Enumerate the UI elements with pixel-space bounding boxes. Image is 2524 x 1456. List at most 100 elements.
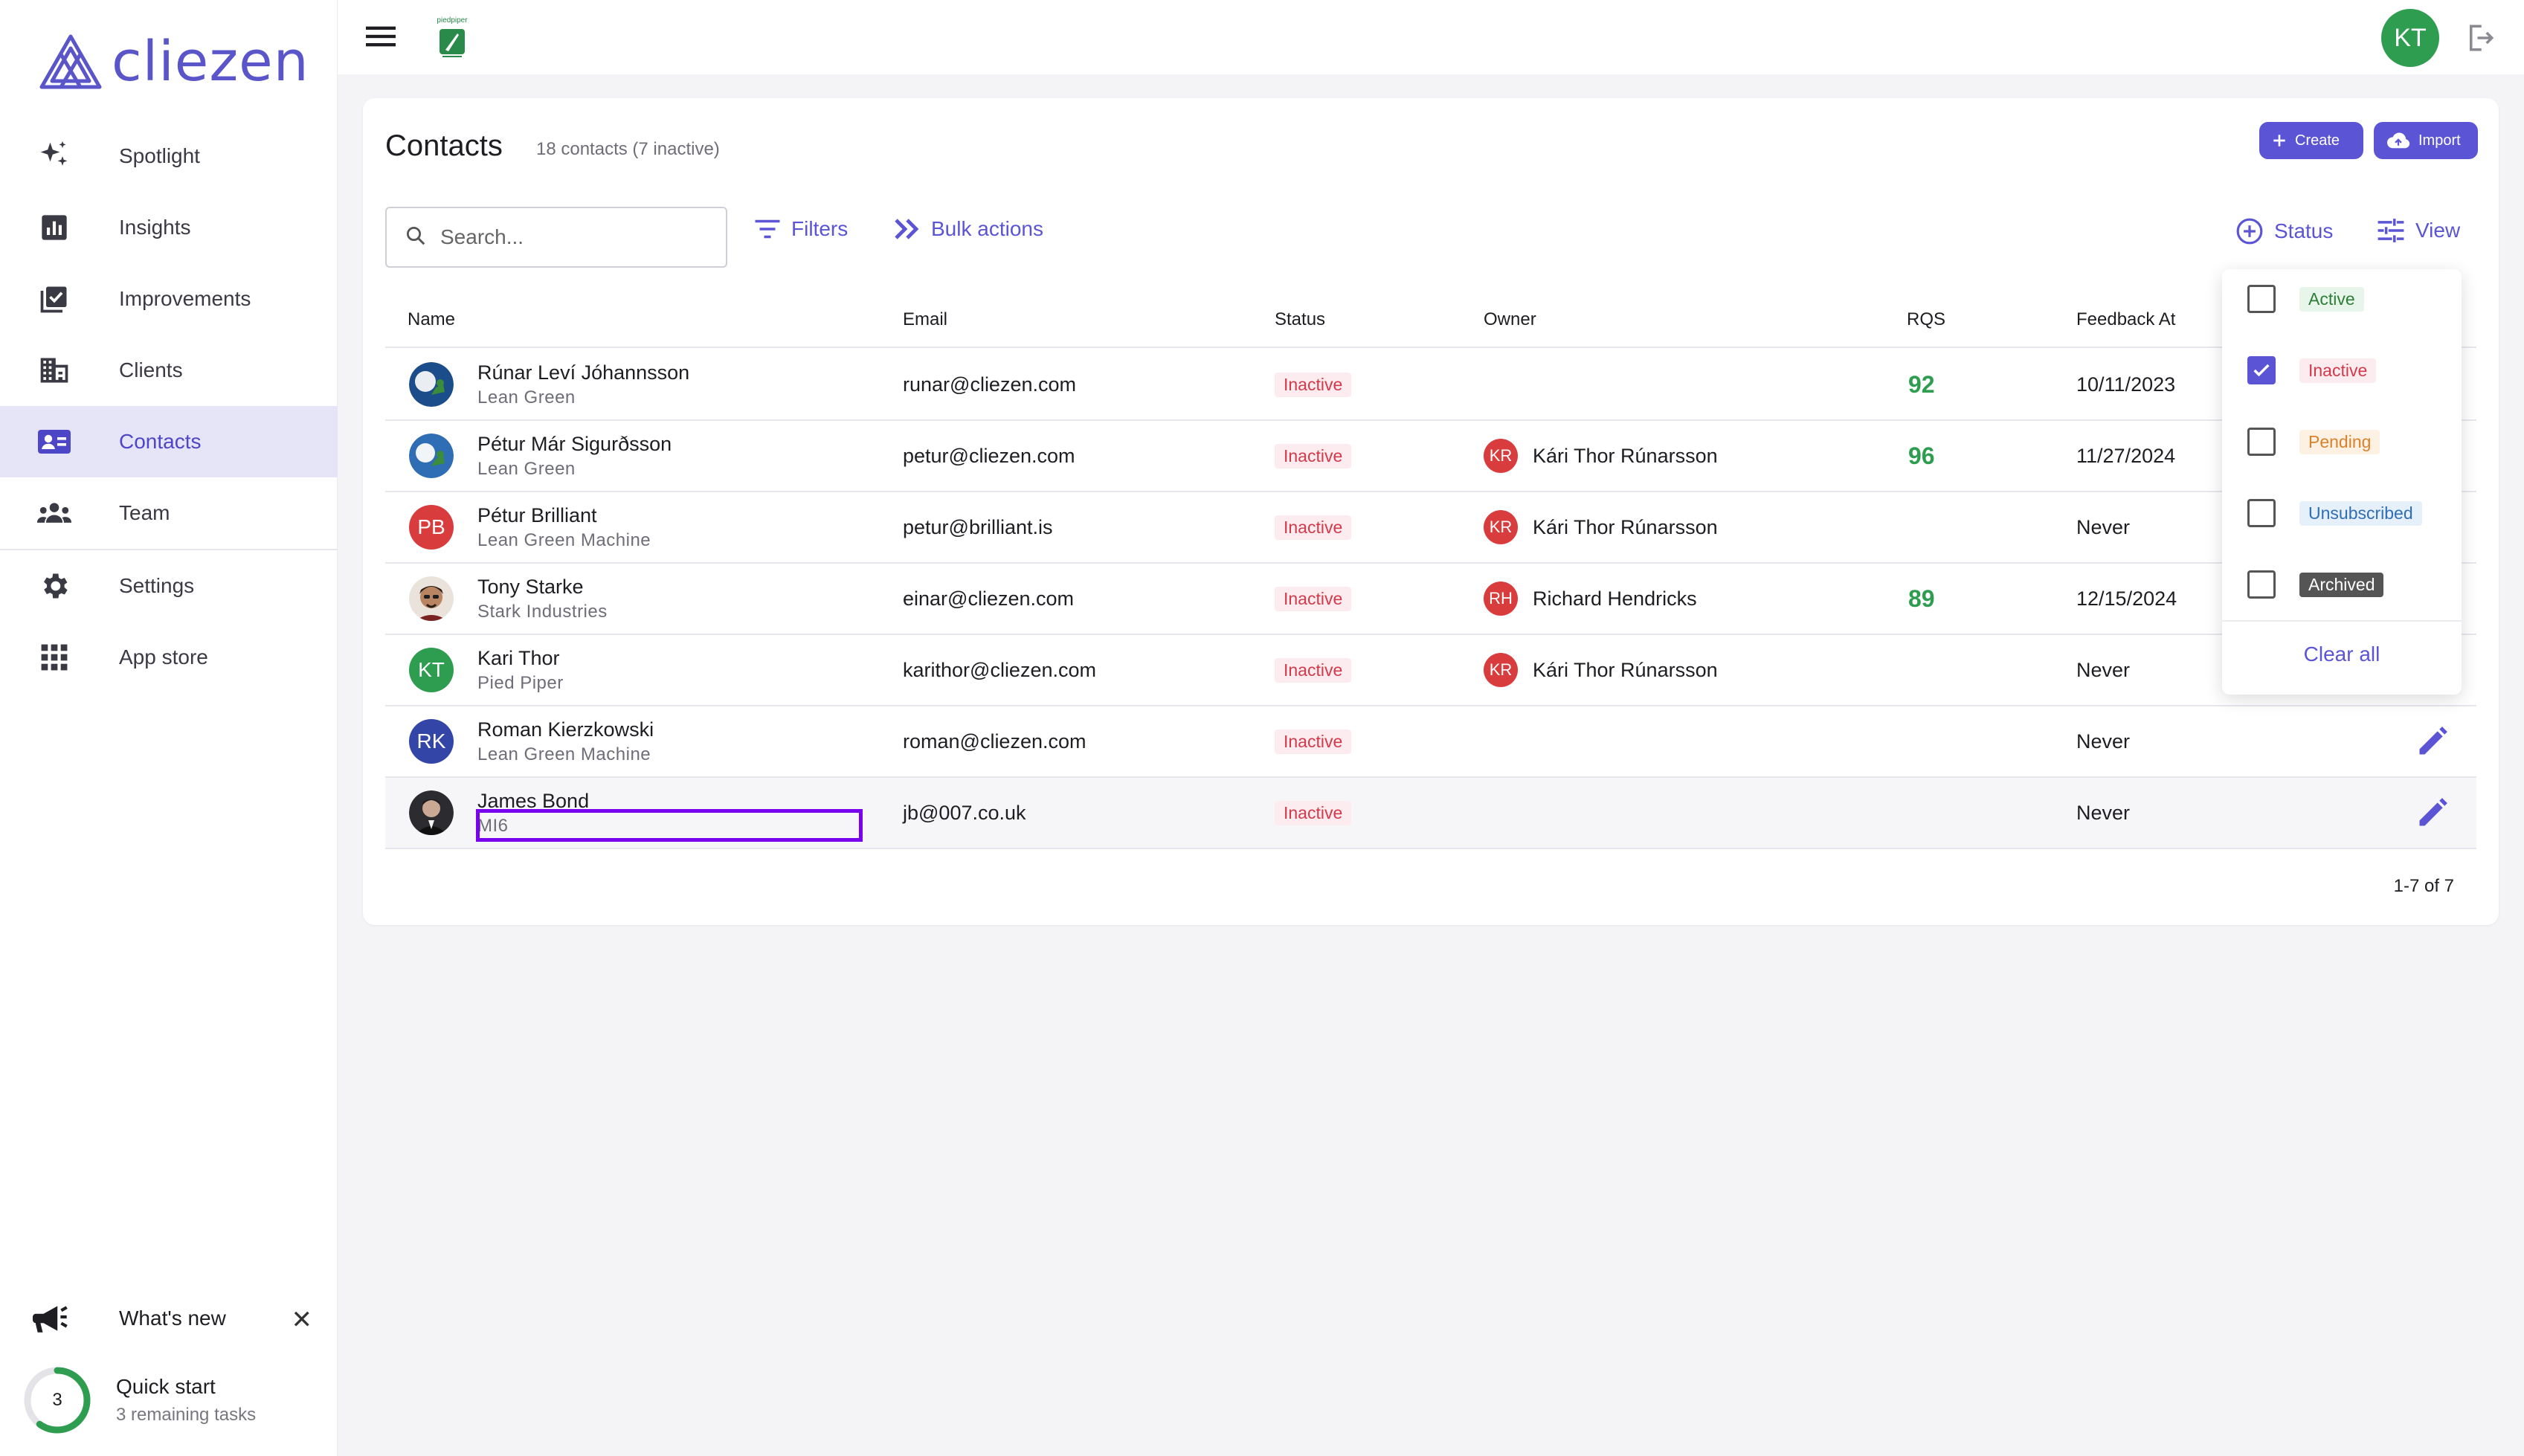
status-option-unsubscribed[interactable]: Unsubscribed bbox=[2247, 495, 2422, 531]
column-header-status[interactable]: Status bbox=[1275, 309, 1325, 330]
menu-icon[interactable] bbox=[366, 24, 396, 53]
view-button[interactable]: View bbox=[2377, 217, 2460, 244]
popover-divider bbox=[2222, 620, 2462, 622]
status-filter-button[interactable]: Status bbox=[2235, 217, 2333, 245]
sidebar-item-contacts[interactable]: Contacts bbox=[0, 406, 338, 477]
contact-email: runar@cliezen.com bbox=[903, 373, 1076, 396]
workspace-logo[interactable]: piedpiper bbox=[430, 16, 474, 64]
checkbox[interactable] bbox=[2247, 499, 2276, 527]
double-chevron-right-icon bbox=[894, 218, 921, 240]
contact-company: Pied Piper bbox=[477, 672, 564, 693]
owner-name: Kári Thor Rúnarsson bbox=[1533, 515, 1718, 538]
brand-logo[interactable]: cliezen bbox=[37, 28, 309, 95]
contact-email: jb@007.co.uk bbox=[903, 801, 1026, 824]
contact-name[interactable]: Rúnar Leví Jóhannsson bbox=[477, 361, 689, 384]
cloud-upload-icon bbox=[2386, 132, 2411, 149]
clear-all-button[interactable]: Clear all bbox=[2222, 642, 2462, 666]
checkbox[interactable] bbox=[2247, 428, 2276, 456]
table-row[interactable]: Tony Starke Stark Industries einar@cliez… bbox=[385, 564, 2476, 635]
rqs-score: 92 bbox=[1908, 370, 1935, 398]
search-input[interactable] bbox=[440, 225, 708, 249]
table-row[interactable]: Pétur Már Sigurðsson Lean Green petur@cl… bbox=[385, 421, 2476, 492]
status-option-label: Unsubscribed bbox=[2299, 500, 2422, 526]
contact-email: roman@cliezen.com bbox=[903, 729, 1086, 753]
table-row[interactable]: KT Kari Thor Pied Piper karithor@cliezen… bbox=[385, 635, 2476, 706]
table-row[interactable]: Rúnar Leví Jóhannsson Lean Green runar@c… bbox=[385, 349, 2476, 421]
contact-name[interactable]: Pétur Már Sigurðsson bbox=[477, 433, 672, 456]
sidebar-item-team[interactable]: Team bbox=[0, 477, 338, 549]
selection-highlight bbox=[476, 809, 863, 842]
contacts-count: 18 contacts (7 inactive) bbox=[536, 139, 720, 159]
sidebar-item-label: Settings bbox=[119, 574, 195, 597]
top-bar: piedpiper KT bbox=[338, 0, 2524, 74]
import-button[interactable]: Import bbox=[2374, 122, 2478, 159]
bulk-actions-label: Bulk actions bbox=[931, 217, 1043, 240]
cliezen-logo-icon bbox=[39, 34, 102, 89]
column-header-name[interactable]: Name bbox=[408, 309, 455, 330]
rqs-score: 89 bbox=[1908, 584, 1935, 612]
quick-start[interactable]: 3 Quick start 3 remaining tasks bbox=[22, 1365, 256, 1435]
logout-icon[interactable] bbox=[2465, 22, 2496, 57]
import-label: Import bbox=[2418, 132, 2461, 149]
status-option-pending[interactable]: Pending bbox=[2247, 424, 2380, 460]
sidebar-item-clients[interactable]: Clients bbox=[0, 335, 338, 406]
table-row[interactable]: RK Roman Kierzkowski Lean Green Machine … bbox=[385, 706, 2476, 778]
contact-email: petur@cliezen.com bbox=[903, 444, 1075, 467]
column-header-feedback-at[interactable]: Feedback At bbox=[2076, 309, 2175, 330]
sidebar-item-label: Improvements bbox=[119, 287, 251, 310]
page-title: Contacts bbox=[385, 129, 503, 162]
megaphone-icon bbox=[33, 1302, 73, 1335]
sidebar-item-label: Insights bbox=[119, 216, 191, 239]
status-badge: Inactive bbox=[1275, 729, 1352, 754]
table-row[interactable]: PB Pétur Brilliant Lean Green Machine pe… bbox=[385, 492, 2476, 564]
sidebar-item-spotlight[interactable]: Spotlight bbox=[0, 120, 338, 192]
user-avatar[interactable]: KT bbox=[2381, 9, 2439, 67]
status-option-active[interactable]: Active bbox=[2247, 281, 2364, 317]
sidebar-item-improvements[interactable]: Improvements bbox=[0, 263, 338, 335]
sidebar: cliezen Spotlight Insights Improvements … bbox=[0, 0, 338, 1456]
status-badge: Inactive bbox=[1275, 657, 1352, 683]
contacts-card: Contacts 18 contacts (7 inactive) Create… bbox=[363, 98, 2499, 925]
checklist-icon bbox=[36, 280, 73, 318]
pagination-info: 1-7 of 7 bbox=[2393, 876, 2454, 896]
contact-card-icon bbox=[36, 423, 73, 460]
status-option-archived[interactable]: Archived bbox=[2247, 567, 2384, 602]
contact-name[interactable]: Roman Kierzkowski bbox=[477, 718, 654, 741]
checkbox[interactable] bbox=[2247, 570, 2276, 599]
sidebar-item-app-store[interactable]: App store bbox=[0, 622, 338, 693]
apps-grid-icon bbox=[36, 639, 73, 676]
create-button[interactable]: Create bbox=[2259, 122, 2363, 159]
feedback-date: 12/15/2024 bbox=[2076, 587, 2177, 610]
contact-name[interactable]: Pétur Brilliant bbox=[477, 504, 651, 527]
search-field[interactable] bbox=[385, 207, 727, 268]
sidebar-item-insights[interactable]: Insights bbox=[0, 192, 338, 263]
close-icon[interactable]: ✕ bbox=[292, 1305, 313, 1335]
status-option-label: Pending bbox=[2299, 429, 2380, 454]
column-header-rqs[interactable]: RQS bbox=[1907, 309, 1945, 330]
contact-name[interactable]: Tony Starke bbox=[477, 576, 608, 599]
contact-email: karithor@cliezen.com bbox=[903, 658, 1096, 681]
column-header-owner[interactable]: Owner bbox=[1484, 309, 1536, 330]
progress-count: 3 bbox=[52, 1390, 62, 1410]
column-header-email[interactable]: Email bbox=[903, 309, 947, 330]
status-badge: Inactive bbox=[1275, 515, 1352, 540]
checkbox-checked[interactable] bbox=[2247, 356, 2276, 384]
filters-button[interactable]: Filters bbox=[754, 217, 848, 241]
status-filter-label: Status bbox=[2274, 219, 2334, 242]
status-badge: Inactive bbox=[1275, 372, 1352, 397]
sidebar-item-settings[interactable]: Settings bbox=[0, 550, 338, 622]
add-circle-icon bbox=[2235, 217, 2264, 245]
contact-avatar: RK bbox=[409, 719, 454, 764]
edit-icon[interactable] bbox=[2415, 726, 2448, 762]
sidebar-item-label: Clients bbox=[119, 358, 183, 381]
whats-new-banner[interactable]: What's new ✕ bbox=[0, 1283, 338, 1354]
checkbox[interactable] bbox=[2247, 285, 2276, 313]
contact-name[interactable]: Kari Thor bbox=[477, 647, 564, 670]
feedback-date: 10/11/2023 bbox=[2076, 373, 2176, 396]
bar-chart-icon bbox=[36, 209, 73, 246]
status-option-inactive[interactable]: Inactive bbox=[2247, 352, 2377, 388]
search-icon bbox=[405, 225, 427, 251]
bulk-actions-button[interactable]: Bulk actions bbox=[894, 217, 1043, 241]
feedback-date: 11/27/2024 bbox=[2076, 444, 2176, 467]
edit-icon[interactable] bbox=[2415, 797, 2448, 834]
